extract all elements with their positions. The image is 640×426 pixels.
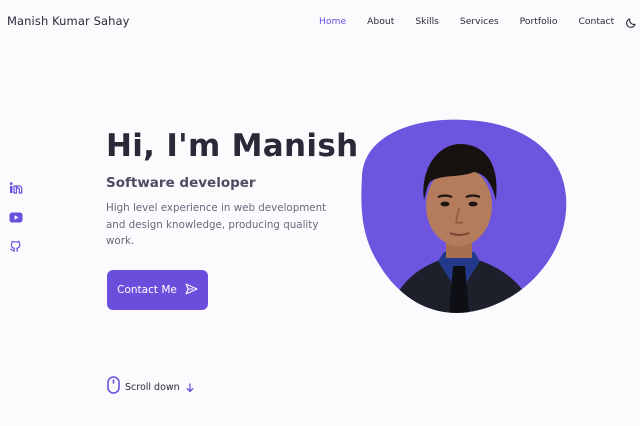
mouse-icon	[107, 376, 120, 398]
hero-subtitle: Software developer	[106, 175, 256, 191]
moon-icon[interactable]	[625, 14, 637, 28]
brand-logo[interactable]: Manish Kumar Sahay	[7, 14, 130, 28]
nav-services[interactable]: Services	[460, 16, 499, 27]
main-nav: Home About Skills Services Portfolio Con…	[319, 16, 635, 27]
hero-description: High level experience in web development…	[106, 202, 327, 247]
youtube-icon[interactable]	[9, 212, 23, 223]
contact-me-label: Contact Me	[117, 284, 177, 296]
nav-portfolio[interactable]: Portfolio	[520, 16, 558, 27]
hero-title: Hi, I'm Manish	[106, 128, 359, 164]
linkedin-icon[interactable]	[9, 182, 23, 194]
github-icon[interactable]	[9, 240, 22, 253]
nav-contact[interactable]: Contact	[578, 16, 614, 27]
scroll-down-link[interactable]: Scroll down	[107, 376, 194, 398]
scroll-down-label: Scroll down	[125, 381, 180, 393]
nav-home[interactable]: Home	[319, 16, 346, 27]
profile-photo	[356, 116, 568, 314]
contact-me-button[interactable]: Contact Me	[107, 270, 208, 310]
header: Manish Kumar Sahay Home About Skills Ser…	[0, 0, 640, 44]
nav-about[interactable]: About	[367, 16, 394, 27]
send-icon	[185, 283, 198, 298]
nav-skills[interactable]: Skills	[415, 16, 439, 27]
arrow-down-icon	[186, 378, 194, 397]
